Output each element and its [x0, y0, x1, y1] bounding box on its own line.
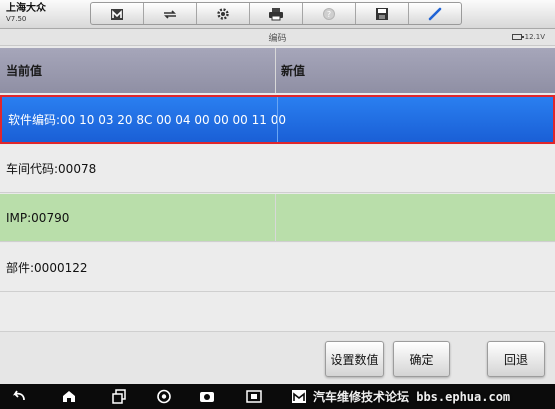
toolbar-button-group: ? — [90, 2, 462, 25]
column-divider — [275, 48, 276, 93]
help-button[interactable]: ? — [303, 3, 356, 24]
camera-icon — [200, 391, 214, 402]
cell-current-value: IMP:00790 — [6, 210, 70, 225]
settings-button[interactable] — [197, 3, 250, 24]
help-icon: ? — [323, 7, 335, 20]
edit-icon — [428, 7, 442, 20]
table-row[interactable]: 部件:0000122 — [0, 243, 555, 292]
save-icon — [376, 7, 388, 20]
top-toolbar: 上海大众 V7.50 ? — [0, 0, 555, 29]
save-button[interactable] — [356, 3, 409, 24]
table-row-selected[interactable]: 软件编码:00 10 03 20 8C 00 04 00 00 00 11 00 — [0, 95, 555, 144]
back-button[interactable]: 回退 — [487, 341, 545, 377]
page-title: 编码 — [268, 34, 287, 44]
print-button[interactable] — [250, 3, 303, 24]
nav-back-button[interactable] — [10, 388, 28, 404]
set-value-button[interactable]: 设置数值 — [325, 341, 384, 377]
launcher-icon — [292, 389, 306, 403]
home-icon — [111, 8, 123, 20]
app-title: 上海大众 — [6, 3, 46, 14]
screenshot-icon — [246, 389, 262, 403]
system-nav-bar: 汽车维修技术论坛 bbs.ephua.com — [0, 384, 555, 409]
edit-button[interactable] — [409, 3, 461, 24]
header-new-value: 新值 — [281, 64, 306, 78]
cell-current-value: 车间代码:00078 — [6, 162, 97, 176]
battery-indicator: 12.1V — [511, 33, 545, 41]
table-header: 当前值 新值 — [0, 48, 555, 93]
app-version: V7.50 — [6, 15, 27, 23]
recent-apps-icon — [112, 388, 126, 404]
camera-button[interactable] — [198, 388, 216, 404]
vehicle-swap-button[interactable] — [144, 3, 197, 24]
column-divider — [277, 97, 278, 142]
app-screen: 上海大众 V7.50 ? 编码 12.1V 当前值 新值 软件编码:00 10 … — [0, 0, 555, 409]
header-current-value: 当前值 — [6, 64, 43, 78]
svg-text:?: ? — [327, 10, 331, 19]
nav-recent-apps-button[interactable] — [110, 388, 128, 404]
battery-voltage: 12.1V — [524, 33, 545, 41]
battery-icon — [511, 34, 524, 40]
screenshot-button[interactable] — [245, 388, 263, 404]
gear-icon — [217, 7, 229, 20]
table-row[interactable]: IMP:00790 — [0, 194, 555, 242]
browser-button[interactable] — [155, 388, 173, 404]
browser-icon — [157, 389, 171, 403]
launcher-button[interactable] — [290, 388, 308, 404]
watermark-text: 汽车维修技术论坛 bbs.ephua.com — [313, 390, 511, 404]
cell-current-value: 部件:0000122 — [6, 260, 88, 275]
nav-home-button[interactable] — [60, 388, 78, 404]
sub-title-bar: 编码 12.1V — [0, 29, 555, 46]
home-icon — [63, 390, 75, 402]
table-row[interactable]: 车间代码:00078 — [0, 145, 555, 193]
vehicle-swap-icon — [164, 9, 176, 19]
printer-icon — [269, 7, 283, 20]
cell-current-value: 软件编码:00 10 03 20 8C 00 04 00 00 00 11 00 — [8, 113, 286, 127]
home-button[interactable] — [91, 3, 144, 24]
back-icon — [12, 390, 25, 400]
action-button-bar: 设置数值 确定 回退 — [0, 331, 555, 384]
confirm-button[interactable]: 确定 — [393, 341, 450, 377]
column-divider — [275, 194, 276, 241]
